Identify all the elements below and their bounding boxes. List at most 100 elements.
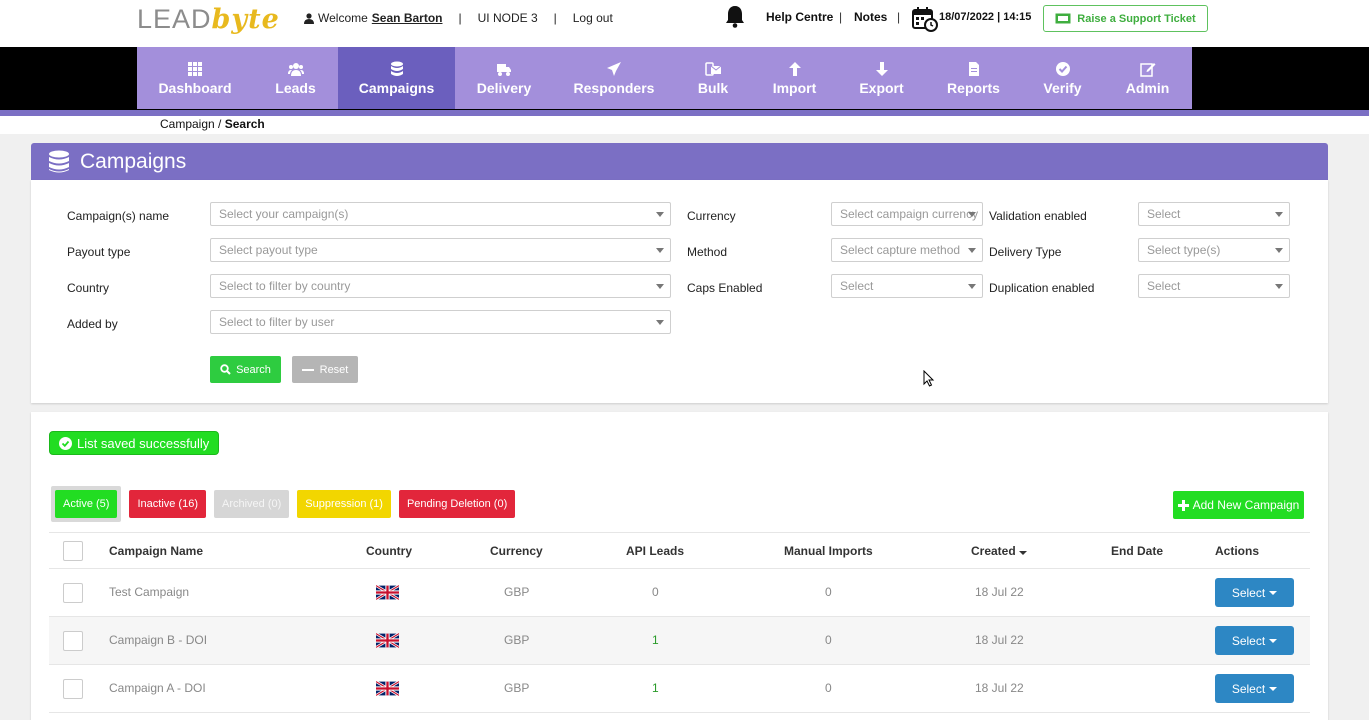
nav-item-label: Admin bbox=[1125, 79, 1170, 96]
reset-button-label: Reset bbox=[319, 363, 349, 376]
nav-item-leads[interactable]: Leads bbox=[253, 47, 338, 109]
divider: | bbox=[458, 11, 462, 25]
col-api-leads[interactable]: API Leads bbox=[626, 544, 684, 558]
raise-ticket-button[interactable]: Raise a Support Ticket bbox=[1043, 5, 1208, 32]
manual-imports-cell: 0 bbox=[825, 681, 832, 695]
col-actions: Actions bbox=[1215, 544, 1260, 558]
country-label: Country bbox=[67, 281, 110, 295]
nav-item-responders[interactable]: Responders bbox=[553, 47, 675, 109]
col-country[interactable]: Country bbox=[366, 544, 412, 558]
nav-item-label: Verify bbox=[1043, 79, 1082, 96]
col-campaign-name[interactable]: Campaign Name bbox=[109, 544, 203, 558]
row-checkbox[interactable] bbox=[63, 583, 83, 603]
api-leads-cell: 1 bbox=[652, 681, 659, 695]
campaign-list-panel: List saved successfully Active (5) Inact… bbox=[31, 412, 1328, 720]
tab-archived[interactable]: Archived (0) bbox=[214, 490, 290, 518]
country-select[interactable]: Select to filter by country bbox=[210, 274, 671, 298]
select-button-label: Select bbox=[1231, 681, 1266, 696]
caps-enabled-select[interactable]: Select bbox=[831, 274, 983, 298]
col-created[interactable]: Created bbox=[971, 544, 1028, 558]
currency-cell: GBP bbox=[504, 681, 530, 695]
row-checkbox[interactable] bbox=[63, 679, 83, 699]
select-button-label: Select bbox=[1231, 633, 1266, 648]
leadbyte-logo[interactable]: LEADbyte bbox=[137, 4, 280, 35]
nav-item-export[interactable]: Export bbox=[838, 47, 925, 109]
col-created-label: Created bbox=[971, 544, 1016, 558]
delivery-type-label: Delivery Type bbox=[989, 245, 1062, 259]
tab-pending-deletion[interactable]: Pending Deletion (0) bbox=[398, 490, 516, 518]
reset-button[interactable]: Reset bbox=[292, 356, 358, 383]
payout-type-label: Payout type bbox=[67, 245, 131, 259]
uk-flag-icon bbox=[375, 680, 400, 697]
col-manual-imports[interactable]: Manual Imports bbox=[784, 544, 873, 558]
nav-item-delivery[interactable]: Delivery bbox=[455, 47, 553, 109]
search-button-label: Search bbox=[236, 363, 271, 376]
caret-down-icon bbox=[1269, 590, 1278, 595]
validation-enabled-select[interactable]: Select bbox=[1138, 202, 1290, 226]
campaign-name-label: Campaign(s) name bbox=[67, 209, 170, 223]
help-centre-link[interactable]: Help Centre bbox=[766, 10, 833, 24]
col-end-date[interactable]: End Date bbox=[1111, 544, 1163, 558]
tab-inactive[interactable]: Inactive (16) bbox=[129, 490, 206, 518]
breadcrumb-separator: / bbox=[214, 117, 225, 131]
nav-item-campaigns[interactable]: Campaigns bbox=[338, 47, 455, 109]
add-new-campaign-button[interactable]: Add New Campaign bbox=[1173, 491, 1304, 519]
bell-icon[interactable] bbox=[724, 4, 746, 28]
campaigns-panel-header: Campaigns bbox=[31, 143, 1328, 180]
caps-enabled-label: Caps Enabled bbox=[687, 281, 763, 295]
added-by-label: Added by bbox=[67, 317, 118, 331]
row-select-button[interactable]: Select bbox=[1215, 674, 1294, 703]
user-name-link[interactable]: Sean Barton bbox=[372, 11, 443, 25]
nav-item-label: Leads bbox=[275, 79, 316, 96]
col-currency[interactable]: Currency bbox=[490, 544, 543, 558]
ticket-icon bbox=[1055, 13, 1071, 24]
search-icon bbox=[220, 364, 231, 375]
main-nav-bar: Dashboard Leads Campaigns Delivery Responder… bbox=[0, 47, 1369, 110]
row-select-button[interactable]: Select bbox=[1215, 626, 1294, 655]
nav-item-admin[interactable]: Admin bbox=[1103, 47, 1192, 109]
logout-link[interactable]: Log out bbox=[573, 11, 613, 25]
notes-link[interactable]: Notes bbox=[854, 10, 887, 24]
duplication-enabled-label: Duplication enabled bbox=[989, 281, 1095, 295]
nav-item-dashboard[interactable]: Dashboard bbox=[137, 47, 253, 109]
select-all-checkbox[interactable] bbox=[63, 541, 83, 561]
table-row: Campaign B - DOI GBP 1 0 18 Jul 22 Select bbox=[49, 617, 1310, 665]
campaign-name-cell[interactable]: Campaign A - DOI bbox=[109, 681, 206, 695]
file-icon bbox=[968, 61, 979, 76]
breadcrumb: Campaign / Search bbox=[160, 117, 265, 131]
search-button[interactable]: Search bbox=[210, 356, 281, 383]
manual-imports-cell: 0 bbox=[825, 633, 832, 647]
campaign-name-select[interactable]: Select your campaign(s) bbox=[210, 202, 671, 226]
nav-item-verify[interactable]: Verify bbox=[1022, 47, 1103, 109]
ticket-label: Raise a Support Ticket bbox=[1077, 12, 1196, 25]
row-select-button[interactable]: Select bbox=[1215, 578, 1294, 607]
delivery-type-select[interactable]: Select type(s) bbox=[1138, 238, 1290, 262]
check-circle-icon bbox=[59, 436, 72, 450]
sort-desc-icon bbox=[1019, 551, 1028, 555]
tab-suppression[interactable]: Suppression (1) bbox=[297, 490, 391, 518]
tab-active[interactable]: Active (5) bbox=[55, 490, 118, 518]
nav-item-label: Reports bbox=[947, 79, 1000, 96]
uk-flag-icon bbox=[375, 632, 400, 649]
currency-select[interactable]: Select campaign currency bbox=[831, 202, 983, 226]
paper-plane-icon bbox=[607, 61, 621, 76]
row-checkbox[interactable] bbox=[63, 631, 83, 651]
campaign-name-cell[interactable]: Test Campaign bbox=[109, 585, 189, 599]
nav-item-bulk[interactable]: Bulk bbox=[675, 47, 751, 109]
filter-form: Campaign(s) name Select your campaign(s)… bbox=[31, 180, 1328, 403]
method-select[interactable]: Select capture method bbox=[831, 238, 983, 262]
divider: | bbox=[897, 10, 901, 24]
duplication-enabled-select[interactable]: Select bbox=[1138, 274, 1290, 298]
breadcrumb-parent[interactable]: Campaign bbox=[160, 117, 215, 131]
currency-label: Currency bbox=[687, 209, 736, 223]
database-icon bbox=[49, 150, 69, 172]
nav-item-import[interactable]: Import bbox=[751, 47, 838, 109]
campaign-name-cell[interactable]: Campaign B - DOI bbox=[109, 633, 207, 647]
table-row: Campaign A - DOI GBP 1 0 18 Jul 22 Select bbox=[49, 665, 1310, 713]
toast-message: List saved successfully bbox=[77, 435, 210, 451]
nav-item-label: Dashboard bbox=[158, 79, 232, 96]
added-by-select[interactable]: Select to filter by user bbox=[210, 310, 671, 334]
nav-item-reports[interactable]: Reports bbox=[925, 47, 1022, 109]
node-label: UI NODE 3 bbox=[477, 11, 538, 25]
payout-type-select[interactable]: Select payout type bbox=[210, 238, 671, 262]
